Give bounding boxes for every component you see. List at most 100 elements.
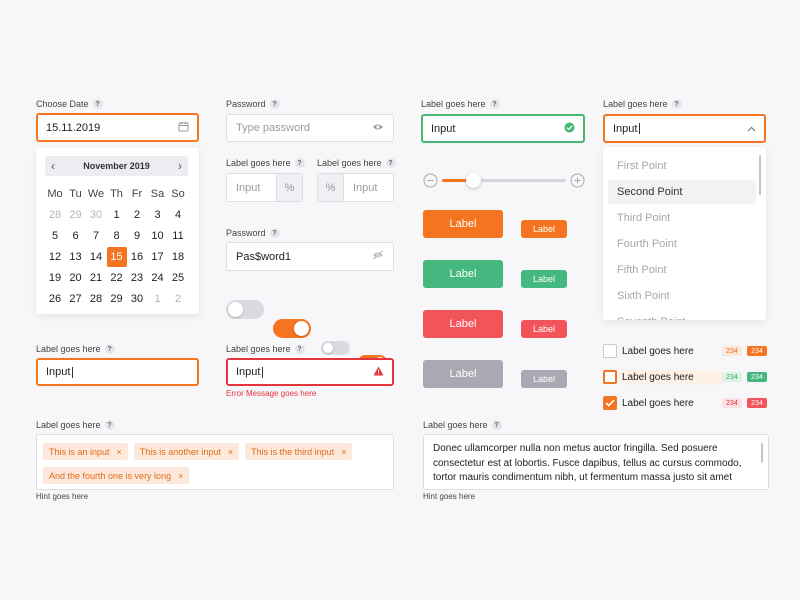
calendar-day[interactable]: 19 <box>45 268 65 288</box>
calendar-day[interactable]: 29 <box>66 205 86 225</box>
slider-handle[interactable] <box>465 173 481 188</box>
tag-chip: This is another input × <box>133 443 240 460</box>
calendar-day[interactable]: 6 <box>66 226 86 246</box>
chevron-up-icon[interactable] <box>747 124 756 134</box>
eye-icon[interactable] <box>372 122 384 134</box>
chevron-left-icon[interactable]: ‹ <box>51 159 55 173</box>
calendar-day[interactable]: 1 <box>107 205 127 225</box>
checkbox[interactable] <box>603 370 617 384</box>
calendar-day[interactable]: 30 <box>86 205 106 225</box>
select-input[interactable]: Input <box>603 114 766 143</box>
help-icon[interactable]: ? <box>269 228 280 238</box>
calendar-day[interactable]: 23 <box>127 268 147 288</box>
green-button-small[interactable]: Label <box>521 270 567 288</box>
calendar-day[interactable]: 7 <box>86 226 106 246</box>
calendar-day[interactable]: 9 <box>127 226 147 246</box>
toggle-off-large[interactable] <box>226 300 264 319</box>
calendar-day[interactable]: 16 <box>127 247 147 267</box>
calendar-day[interactable]: 27 <box>66 289 86 309</box>
percent-right-input[interactable]: % Input <box>317 173 394 202</box>
calendar-day[interactable]: 28 <box>86 289 106 309</box>
calendar-day[interactable]: 3 <box>148 205 168 225</box>
calendar-day[interactable]: 10 <box>148 226 168 246</box>
calendar-day[interactable]: 4 <box>168 205 188 225</box>
checkbox-row[interactable]: Label goes here 234 234 <box>603 338 767 364</box>
dropdown-option[interactable]: Sixth Point <box>608 284 756 308</box>
calendar-day[interactable]: 26 <box>45 289 65 309</box>
close-icon[interactable]: × <box>228 447 233 457</box>
tags-input[interactable]: This is an input × This is another input × T… <box>36 434 394 490</box>
orange-button-large[interactable]: Label <box>423 210 503 238</box>
error-input[interactable]: Input <box>226 358 394 386</box>
valid-input[interactable]: Input <box>421 114 585 143</box>
gray-button-large[interactable]: Label <box>423 360 503 388</box>
calendar-day[interactable]: 29 <box>107 289 127 309</box>
close-icon[interactable]: × <box>117 447 122 457</box>
red-button-small[interactable]: Label <box>521 320 567 338</box>
help-icon[interactable]: ? <box>489 99 500 109</box>
calendar-day[interactable]: 12 <box>45 247 65 267</box>
textarea-scrollbar[interactable] <box>761 443 763 463</box>
checkbox-row[interactable]: Label goes here 234 234 <box>603 364 767 390</box>
dropdown-option[interactable]: First Point <box>608 154 756 178</box>
help-icon[interactable]: ? <box>269 99 280 109</box>
calendar-day[interactable]: 8 <box>107 226 127 246</box>
toggle-on-large[interactable] <box>273 319 311 338</box>
chevron-right-icon[interactable]: › <box>178 159 182 173</box>
calendar-day[interactable]: 2 <box>168 289 188 309</box>
help-icon[interactable]: ? <box>385 158 396 168</box>
checkbox-row[interactable]: Label goes here 234 234 <box>603 390 767 416</box>
eye-off-icon[interactable] <box>372 250 384 263</box>
calendar-day[interactable]: 1 <box>148 289 168 309</box>
help-icon[interactable]: ? <box>92 99 103 109</box>
help-icon[interactable]: ? <box>671 99 682 109</box>
calendar-day[interactable]: 11 <box>168 226 188 246</box>
calendar-day[interactable]: 2 <box>127 205 147 225</box>
calendar-icon[interactable] <box>178 121 189 135</box>
calendar-day[interactable]: 25 <box>168 268 188 288</box>
close-icon[interactable]: × <box>178 471 183 481</box>
calendar-day[interactable]: 28 <box>45 205 65 225</box>
calendar-day-selected[interactable]: 15 <box>106 247 127 267</box>
calendar-day[interactable]: 30 <box>127 289 147 309</box>
help-icon[interactable]: ? <box>104 344 115 354</box>
calendar-day[interactable]: 21 <box>86 268 106 288</box>
calendar-day[interactable]: 18 <box>168 247 188 267</box>
checkbox[interactable] <box>603 344 617 358</box>
calendar-day[interactable]: 20 <box>66 268 86 288</box>
minus-circle-icon[interactable] <box>423 173 438 193</box>
help-icon[interactable]: ? <box>294 344 305 354</box>
dropdown-scrollbar[interactable] <box>759 155 761 195</box>
percent-left-input[interactable]: Input % <box>226 173 303 202</box>
check-circle-icon <box>564 122 575 136</box>
calendar-day[interactable]: 24 <box>148 268 168 288</box>
red-button-large[interactable]: Label <box>423 310 503 338</box>
toggle-off-small[interactable] <box>321 341 350 355</box>
password-input[interactable]: Type password <box>226 114 394 142</box>
dropdown-option[interactable]: Second Point <box>608 180 756 204</box>
help-icon[interactable]: ? <box>491 420 502 430</box>
help-icon[interactable]: ? <box>104 420 115 430</box>
plus-circle-icon[interactable] <box>570 173 585 193</box>
checkbox[interactable] <box>603 396 617 410</box>
date-input[interactable]: 15.11.2019 <box>36 113 199 142</box>
slider-track[interactable] <box>442 173 566 188</box>
help-icon[interactable]: ? <box>294 158 305 168</box>
dropdown-option[interactable]: Fourth Point <box>608 232 756 256</box>
textarea-input[interactable]: Donec ullamcorper nulla non metus auctor… <box>423 434 769 490</box>
dropdown-option[interactable]: Fifth Point <box>608 258 756 282</box>
calendar-day[interactable]: 14 <box>86 247 106 267</box>
calendar-day[interactable]: 13 <box>66 247 86 267</box>
orange-button-small[interactable]: Label <box>521 220 567 238</box>
password2-input[interactable]: Pas$word1 <box>226 242 394 271</box>
calendar-day[interactable]: 17 <box>148 247 168 267</box>
dropdown-option[interactable]: Seventh Point <box>608 310 756 320</box>
focused-input[interactable]: Input <box>36 358 199 386</box>
close-icon[interactable]: × <box>341 447 346 457</box>
green-button-large[interactable]: Label <box>423 260 503 288</box>
calendar-day[interactable]: 5 <box>45 226 65 246</box>
dropdown-option[interactable]: Third Point <box>608 206 756 230</box>
calendar-day[interactable]: 22 <box>107 268 127 288</box>
valid-label: Label goes here? <box>421 99 500 109</box>
gray-button-small[interactable]: Label <box>521 370 567 388</box>
